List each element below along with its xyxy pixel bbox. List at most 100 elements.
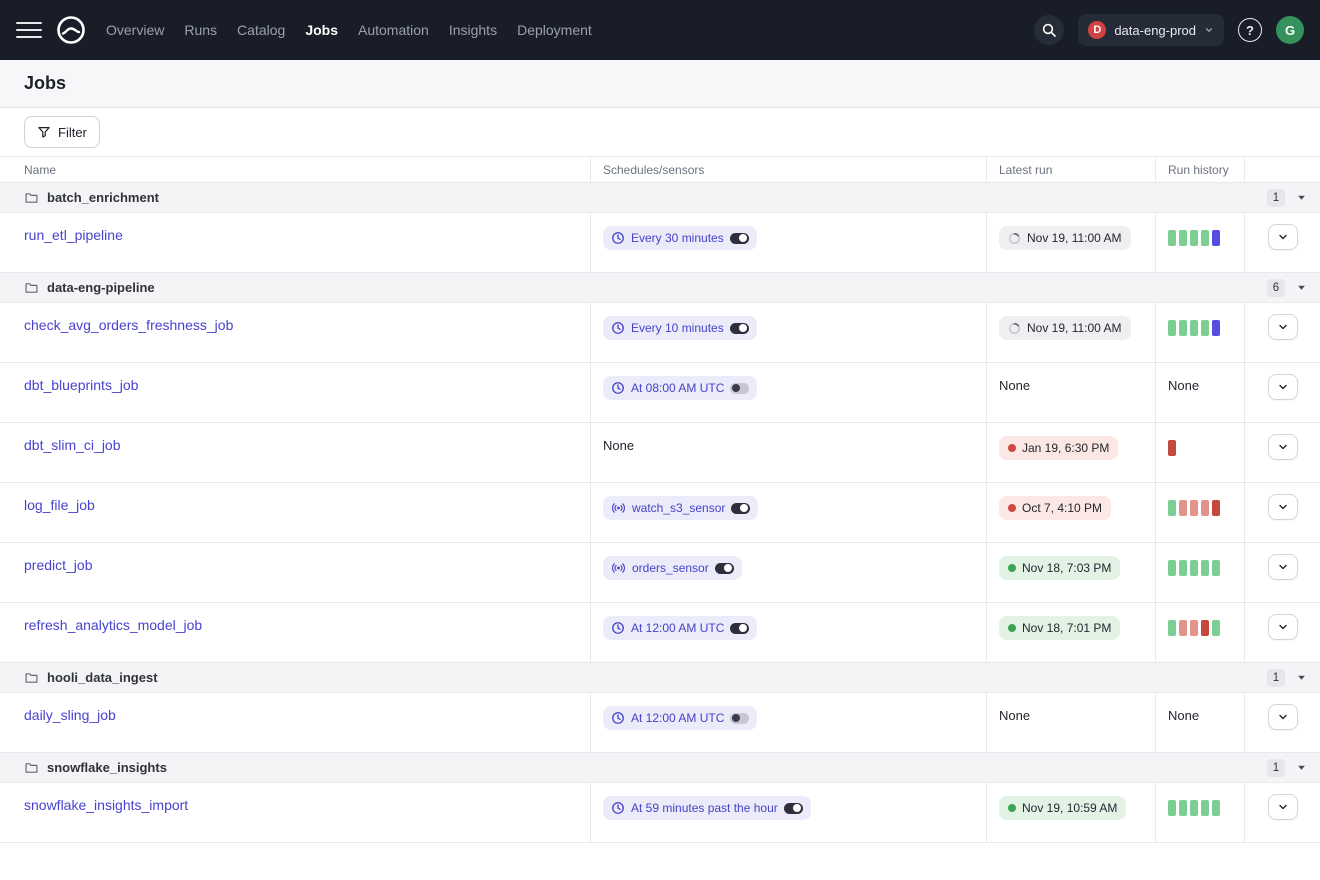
- run-history-bar[interactable]: [1168, 560, 1176, 576]
- run-history-bar[interactable]: [1168, 440, 1176, 456]
- nav-item-runs[interactable]: Runs: [184, 22, 217, 38]
- job-name-link[interactable]: dbt_slim_ci_job: [24, 437, 121, 453]
- run-history-bar[interactable]: [1168, 320, 1176, 336]
- toggle-knob: [739, 234, 747, 242]
- schedule-pill[interactable]: At 12:00 AM UTC: [603, 706, 757, 730]
- latest-run-pill[interactable]: Nov 19, 11:00 AM: [999, 226, 1131, 250]
- latest-run-pill[interactable]: Nov 19, 11:00 AM: [999, 316, 1131, 340]
- dagster-logo-icon[interactable]: [54, 13, 88, 47]
- run-history-bar[interactable]: [1212, 620, 1220, 636]
- run-history-bar[interactable]: [1212, 230, 1220, 246]
- help-button[interactable]: ?: [1238, 18, 1262, 42]
- group-collapse-caret-icon[interactable]: [1297, 283, 1306, 292]
- filter-bar: Filter: [0, 108, 1320, 156]
- run-history-bar[interactable]: [1168, 500, 1176, 516]
- run-history-bar[interactable]: [1179, 560, 1187, 576]
- hamburger-menu-button[interactable]: [16, 17, 42, 43]
- row-expand-button[interactable]: [1268, 374, 1298, 400]
- latest-run-pill[interactable]: Nov 19, 10:59 AM: [999, 796, 1126, 820]
- nav-item-automation[interactable]: Automation: [358, 22, 429, 38]
- schedule-pill[interactable]: At 12:00 AM UTC: [603, 616, 757, 640]
- schedule-pill[interactable]: Every 30 minutes: [603, 226, 757, 250]
- nav-item-catalog[interactable]: Catalog: [237, 22, 285, 38]
- run-history-bar[interactable]: [1201, 620, 1209, 636]
- job-row: daily_sling_jobAt 12:00 AM UTCNoneNone: [0, 693, 1320, 753]
- job-name-link[interactable]: dbt_blueprints_job: [24, 377, 138, 393]
- row-expand-button[interactable]: [1268, 614, 1298, 640]
- schedule-pill[interactable]: At 08:00 AM UTC: [603, 376, 757, 400]
- run-history-bar[interactable]: [1201, 800, 1209, 816]
- row-expand-button[interactable]: [1268, 314, 1298, 340]
- group-collapse-caret-icon[interactable]: [1297, 673, 1306, 682]
- latest-run-pill[interactable]: Nov 18, 7:01 PM: [999, 616, 1120, 640]
- sensor-pill[interactable]: watch_s3_sensor: [603, 496, 758, 520]
- schedule-toggle[interactable]: [715, 563, 734, 574]
- search-button[interactable]: [1034, 15, 1064, 45]
- user-avatar[interactable]: G: [1276, 16, 1304, 44]
- run-history-bar[interactable]: [1179, 500, 1187, 516]
- nav-item-overview[interactable]: Overview: [106, 22, 164, 38]
- group-collapse-caret-icon[interactable]: [1297, 763, 1306, 772]
- job-name-link[interactable]: run_etl_pipeline: [24, 227, 123, 243]
- run-history-bar[interactable]: [1179, 230, 1187, 246]
- run-history-bar[interactable]: [1179, 800, 1187, 816]
- run-history-bars: [1168, 230, 1232, 246]
- schedule-toggle[interactable]: [730, 233, 749, 244]
- group-collapse-caret-icon[interactable]: [1297, 193, 1306, 202]
- job-name-link[interactable]: snowflake_insights_import: [24, 797, 188, 813]
- schedule-pill[interactable]: At 59 minutes past the hour: [603, 796, 811, 820]
- run-history-bar[interactable]: [1179, 320, 1187, 336]
- run-history-bar[interactable]: [1168, 800, 1176, 816]
- row-expand-button[interactable]: [1268, 224, 1298, 250]
- latest-run-pill[interactable]: Nov 18, 7:03 PM: [999, 556, 1120, 580]
- schedule-toggle[interactable]: [730, 383, 749, 394]
- run-history-bar[interactable]: [1168, 230, 1176, 246]
- clock-icon: [611, 801, 625, 815]
- run-history-bar[interactable]: [1168, 620, 1176, 636]
- job-name-link[interactable]: log_file_job: [24, 497, 95, 513]
- deployment-switcher[interactable]: D data-eng-prod: [1078, 14, 1224, 46]
- run-history-cell: [1155, 423, 1244, 482]
- run-history-bar[interactable]: [1201, 560, 1209, 576]
- run-history-bar[interactable]: [1201, 320, 1209, 336]
- schedule-toggle[interactable]: [731, 503, 750, 514]
- latest-run-pill[interactable]: Jan 19, 6:30 PM: [999, 436, 1118, 460]
- schedule-label: orders_sensor: [632, 561, 709, 575]
- run-history-bar[interactable]: [1190, 500, 1198, 516]
- schedule-toggle[interactable]: [784, 803, 803, 814]
- row-expand-button[interactable]: [1268, 494, 1298, 520]
- run-history-bar[interactable]: [1212, 500, 1220, 516]
- job-name-link[interactable]: daily_sling_job: [24, 707, 116, 723]
- sensor-icon: [611, 501, 626, 515]
- nav-item-deployment[interactable]: Deployment: [517, 22, 592, 38]
- run-history-bar[interactable]: [1212, 800, 1220, 816]
- job-name-link[interactable]: refresh_analytics_model_job: [24, 617, 202, 633]
- row-expand-button[interactable]: [1268, 794, 1298, 820]
- nav-item-insights[interactable]: Insights: [449, 22, 497, 38]
- run-history-bar[interactable]: [1212, 560, 1220, 576]
- latest-run-pill[interactable]: Oct 7, 4:10 PM: [999, 496, 1111, 520]
- folder-icon: [24, 281, 39, 295]
- run-history-bar[interactable]: [1190, 230, 1198, 246]
- job-name-link[interactable]: predict_job: [24, 557, 93, 573]
- latest-run-cell: Jan 19, 6:30 PM: [986, 423, 1155, 482]
- schedule-toggle[interactable]: [730, 713, 749, 724]
- row-expand-button[interactable]: [1268, 704, 1298, 730]
- schedule-toggle[interactable]: [730, 623, 749, 634]
- job-name-link[interactable]: check_avg_orders_freshness_job: [24, 317, 233, 333]
- run-history-bar[interactable]: [1201, 500, 1209, 516]
- run-history-bar[interactable]: [1212, 320, 1220, 336]
- run-history-bar[interactable]: [1179, 620, 1187, 636]
- run-history-bar[interactable]: [1201, 230, 1209, 246]
- run-history-bar[interactable]: [1190, 320, 1198, 336]
- nav-item-jobs[interactable]: Jobs: [305, 22, 338, 38]
- sensor-pill[interactable]: orders_sensor: [603, 556, 742, 580]
- run-history-bar[interactable]: [1190, 620, 1198, 636]
- schedule-toggle[interactable]: [730, 323, 749, 334]
- run-history-bar[interactable]: [1190, 560, 1198, 576]
- row-expand-button[interactable]: [1268, 434, 1298, 460]
- filter-button[interactable]: Filter: [24, 116, 100, 148]
- schedule-pill[interactable]: Every 10 minutes: [603, 316, 757, 340]
- run-history-bar[interactable]: [1190, 800, 1198, 816]
- row-expand-button[interactable]: [1268, 554, 1298, 580]
